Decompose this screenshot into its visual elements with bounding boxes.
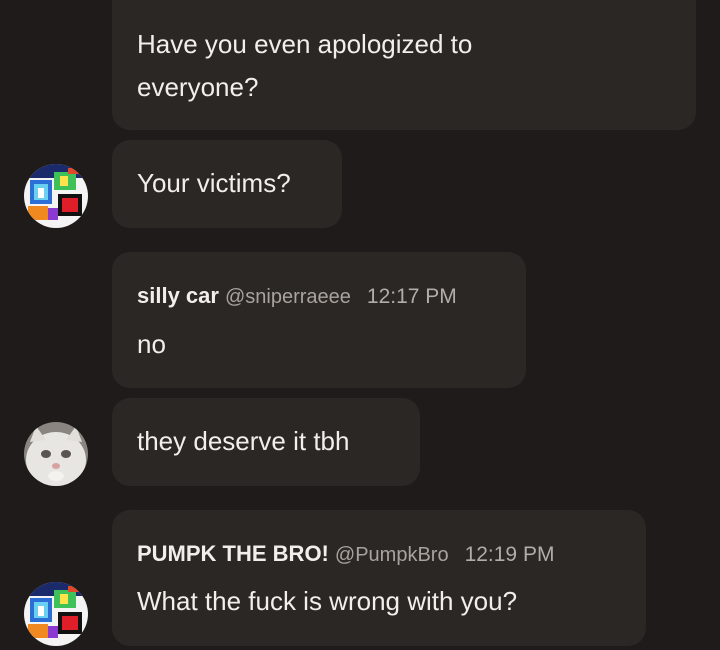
message-text: Your victims? [137,168,291,198]
author-name[interactable]: silly car [137,283,219,308]
pixel-art-avatar-icon[interactable] [24,582,88,646]
message-text: everyone? [137,72,259,102]
message-bubble[interactable]: they deserve it tbh [112,398,420,486]
message-header: silly car @sniperraeee 12:17 PM [137,283,457,310]
pixel-art-avatar-icon[interactable] [24,164,88,228]
message-header: PUMPK THE BRO! @PumpkBro 12:19 PM [137,541,554,568]
message-timestamp: 12:17 PM [366,285,457,308]
message-bubble[interactable]: Have you even apologized to everyone? [112,0,696,130]
message-text: Have you even apologized to [137,29,473,59]
message-bubble[interactable]: silly car @sniperraeee 12:17 PM no [112,252,526,388]
author-name[interactable]: PUMPK THE BRO! [137,541,329,566]
message-text: they deserve it tbh [137,426,350,456]
message-bubble[interactable]: Your victims? [112,140,342,228]
white-cat-avatar-icon[interactable] [24,422,88,486]
author-handle[interactable]: @PumpkBro [335,544,449,566]
message-timestamp: 12:19 PM [464,543,555,566]
message-text: no [137,329,166,359]
message-bubble[interactable]: PUMPK THE BRO! @PumpkBro 12:19 PM What the… [112,510,646,646]
message-text: What the fuck is wrong with you? [137,586,518,616]
author-handle[interactable]: @sniperraeee [225,286,351,308]
chat-thread: Have you even apologized to everyone? Yo… [0,0,720,650]
